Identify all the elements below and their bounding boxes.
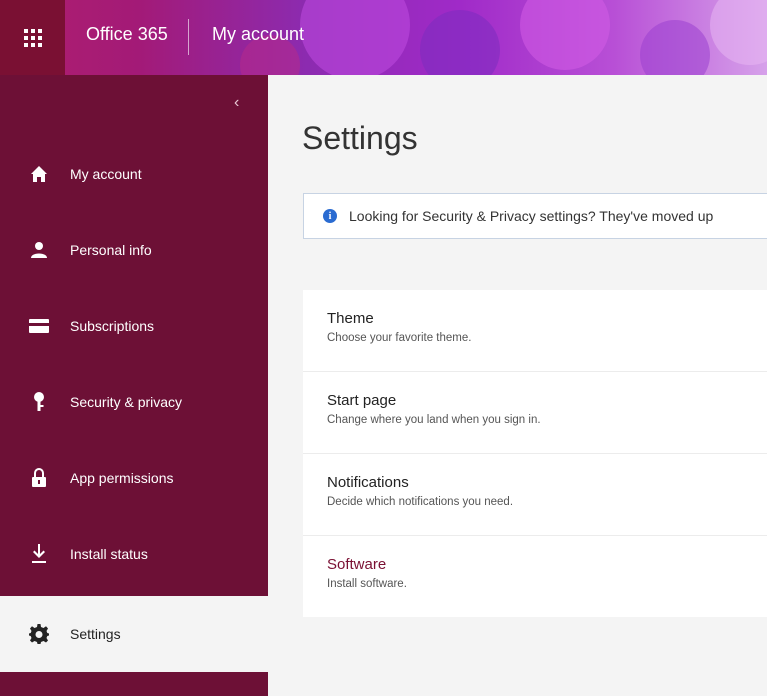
collapse-sidebar-button[interactable]: ‹ xyxy=(234,94,239,112)
setting-title: Software xyxy=(327,556,387,573)
setting-description: Change where you land when you sign in. xyxy=(327,414,541,426)
sidebar-item-settings[interactable]: Settings xyxy=(0,596,268,672)
setting-description: Install software. xyxy=(327,578,407,590)
sidebar-item-security-privacy[interactable]: Security & privacy xyxy=(0,364,268,440)
sidebar-item-app-permissions[interactable]: App permissions xyxy=(0,440,268,516)
sidebar-item-label: App permissions xyxy=(70,470,174,486)
sidebar-footer xyxy=(0,672,268,696)
person-icon xyxy=(24,241,54,259)
lock-icon xyxy=(24,468,54,488)
home-icon xyxy=(24,165,54,183)
setting-description: Choose your favorite theme. xyxy=(327,332,472,344)
sidebar-item-install-status[interactable]: Install status xyxy=(0,516,268,592)
sidebar-item-label: Subscriptions xyxy=(70,318,155,334)
app-title[interactable]: Office 365 xyxy=(86,24,168,45)
sidebar-item-label: Security & privacy xyxy=(70,394,183,410)
sidebar-item-label: My account xyxy=(70,166,142,182)
info-icon: i xyxy=(323,209,337,223)
waffle-icon xyxy=(23,28,42,47)
sidebar-item-my-account[interactable]: My account xyxy=(0,136,268,212)
gear-icon xyxy=(24,624,54,644)
settings-row-notifications[interactable]: Notifications Decide which notifications… xyxy=(303,454,767,536)
sidebar-item-label: Install status xyxy=(70,546,148,562)
settings-row-software[interactable]: Software Install software. xyxy=(303,536,767,617)
app-launcher-button[interactable] xyxy=(0,0,65,75)
key-icon xyxy=(24,392,54,412)
setting-description: Decide which notifications you need. xyxy=(327,496,514,508)
settings-row-theme[interactable]: Theme Choose your favorite theme. xyxy=(303,290,767,372)
top-bar: Office 365 My account xyxy=(0,0,767,75)
sidebar-item-subscriptions[interactable]: Subscriptions xyxy=(0,288,268,364)
card-icon xyxy=(24,318,54,334)
topbar-divider xyxy=(188,19,189,55)
sidebar-item-label: Settings xyxy=(70,626,121,642)
sidebar-item-personal-info[interactable]: Personal info xyxy=(0,212,268,288)
page-tag[interactable]: My account xyxy=(212,24,304,45)
download-icon xyxy=(24,544,54,564)
settings-list: Theme Choose your favorite theme. Start … xyxy=(303,290,767,617)
settings-row-start-page[interactable]: Start page Change where you land when yo… xyxy=(303,372,767,454)
info-banner[interactable]: i Looking for Security & Privacy setting… xyxy=(303,193,767,239)
page-title: Settings xyxy=(302,120,418,156)
setting-title: Start page xyxy=(327,392,397,409)
sidebar-item-label: Personal info xyxy=(70,242,152,258)
info-banner-text: Looking for Security & Privacy settings?… xyxy=(349,208,714,224)
setting-title: Theme xyxy=(327,310,374,327)
setting-title: Notifications xyxy=(327,474,409,491)
